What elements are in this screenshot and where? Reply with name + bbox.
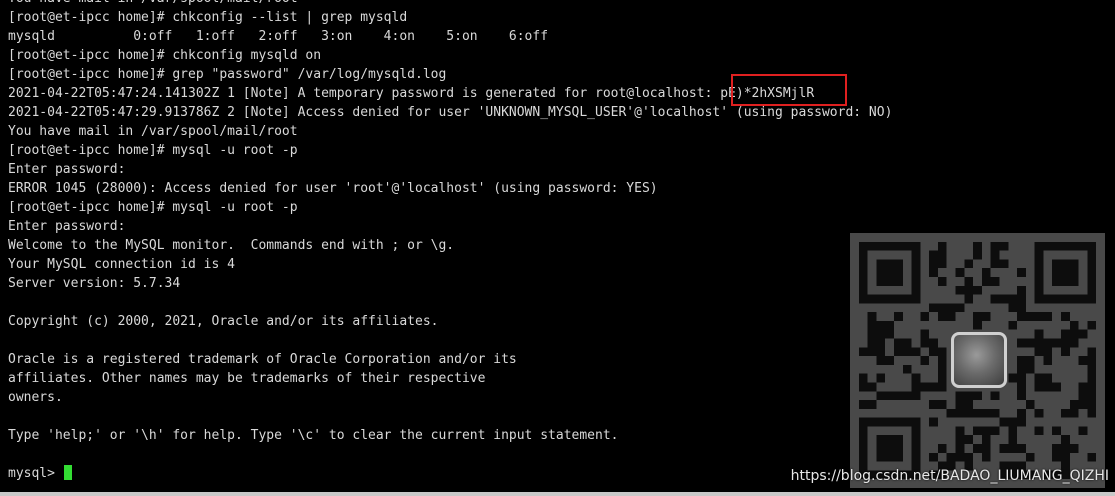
terminal-line: Your MySQL connection id is 4 [8, 257, 235, 272]
watermark-url: https://blog.csdn.net/BADAO_LIUMANG_QIZH… [790, 468, 1109, 484]
terminal-line: You have mail in /var/spool/mail/root [8, 0, 892, 8]
terminal-line: ERROR 1045 (28000): Access denied for us… [8, 181, 658, 196]
avatar [951, 332, 1007, 388]
terminal-output: You have mail in /var/spool/mail/root [r… [8, 0, 892, 483]
terminal-line: [root@et-ipcc home]# chkconfig --list | … [8, 10, 408, 25]
terminal-line: Enter password: [8, 162, 126, 177]
terminal-prompt-line[interactable]: mysql> [8, 464, 892, 483]
terminal-line: Server version: 5.7.34 [8, 276, 181, 291]
terminal-line: You have mail in /var/spool/mail/root [8, 124, 298, 139]
terminal-line: mysqld 0:off 1:off 2:off 3:on 4:on 5:on … [8, 29, 549, 44]
terminal-window[interactable]: You have mail in /var/spool/mail/root [r… [0, 0, 1115, 492]
terminal-line: Welcome to the MySQL monitor. Commands e… [8, 238, 455, 253]
terminal-line: Copyright (c) 2000, 2021, Oracle and/or … [8, 314, 439, 329]
terminal-line: Enter password: [8, 219, 126, 234]
terminal-line: [root@et-ipcc home]# chkconfig mysqld on [8, 48, 322, 63]
terminal-line: Type 'help;' or '\h' for help. Type '\c'… [8, 428, 619, 443]
window-bottom-border [0, 492, 1115, 496]
mysql-prompt: mysql> [8, 466, 63, 481]
password-highlight-box [731, 74, 847, 106]
text-cursor [63, 465, 72, 480]
terminal-line: [root@et-ipcc home]# mysql -u root -p [8, 200, 298, 215]
terminal-line: Oracle is a registered trademark of Orac… [8, 352, 517, 367]
terminal-line: owners. [8, 390, 63, 405]
terminal-line: [root@et-ipcc home]# mysql -u root -p [8, 143, 298, 158]
terminal-line: affiliates. Other names may be trademark… [8, 371, 486, 386]
